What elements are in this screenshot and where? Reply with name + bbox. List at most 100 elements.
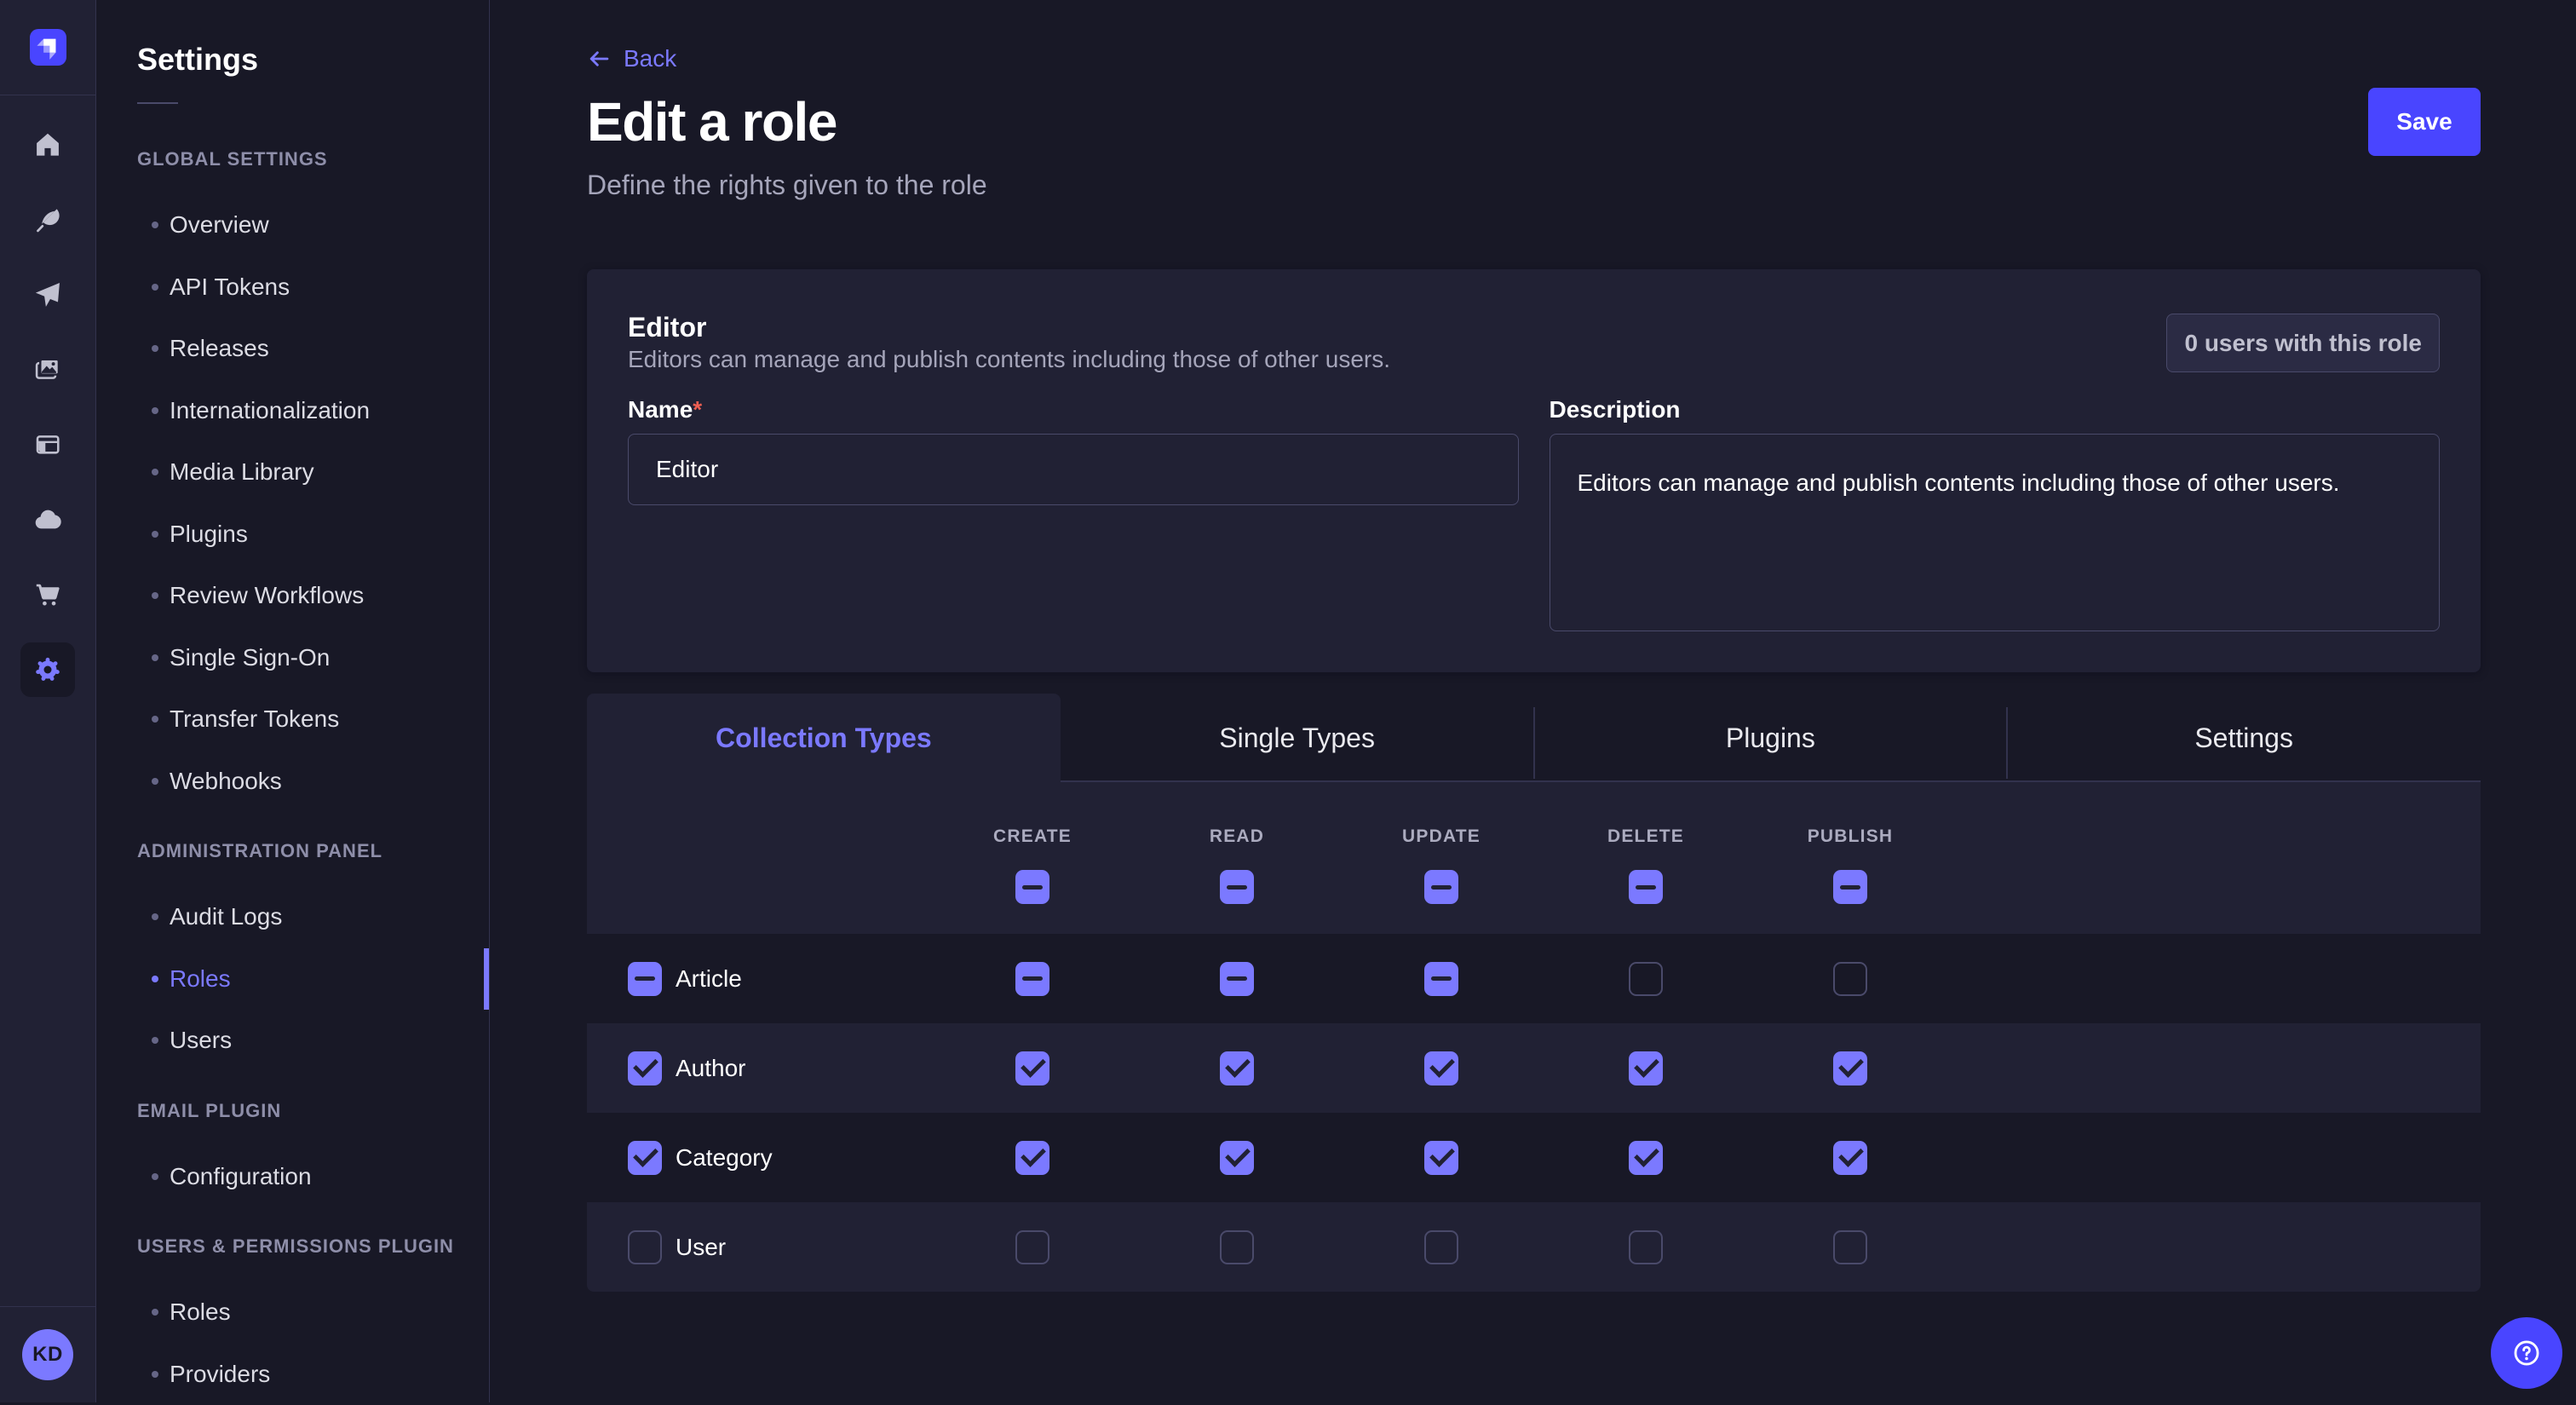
table-row-user: User bbox=[587, 1202, 2481, 1292]
subnav-item-label: Overview bbox=[170, 211, 269, 239]
subnav-item-roles[interactable]: Roles bbox=[96, 948, 489, 1011]
page-title: Edit a role bbox=[587, 88, 837, 156]
rail-settings-button[interactable] bbox=[20, 642, 75, 697]
description-field[interactable]: Editors can manage and publish contents … bbox=[1550, 434, 2441, 631]
checkbox-article-publish[interactable] bbox=[1833, 962, 1867, 996]
checkbox-article-read[interactable] bbox=[1220, 962, 1254, 996]
rail-feather-icon[interactable] bbox=[10, 182, 85, 257]
tab-collection-types[interactable]: Collection Types bbox=[587, 694, 1061, 782]
column-checkbox-publish[interactable] bbox=[1833, 870, 1867, 904]
gear-icon bbox=[32, 654, 63, 685]
column-checkbox-create[interactable] bbox=[1015, 870, 1049, 904]
name-field-group: Name* bbox=[628, 396, 1519, 631]
subnav-item-label: Roles bbox=[170, 1298, 231, 1326]
subnav-item-internationalization[interactable]: Internationalization bbox=[96, 380, 489, 442]
avatar[interactable]: KD bbox=[22, 1329, 73, 1380]
images-icon bbox=[32, 354, 63, 385]
cell-author-delete bbox=[1544, 1051, 1748, 1085]
name-field[interactable] bbox=[628, 434, 1519, 505]
checkbox-user-create[interactable] bbox=[1015, 1230, 1049, 1264]
subnav-item-label: Releases bbox=[170, 335, 269, 362]
main-nav-rail: KD bbox=[0, 0, 96, 1402]
table-row-author: Author bbox=[587, 1023, 2481, 1113]
permission-column-read: READ bbox=[1135, 782, 1339, 934]
subnav-item-review-workflows[interactable]: Review Workflows bbox=[96, 565, 489, 627]
subnav-item-roles[interactable]: Roles bbox=[96, 1281, 489, 1344]
cell-article-read bbox=[1135, 962, 1339, 996]
subnav-item-configuration[interactable]: Configuration bbox=[96, 1146, 489, 1208]
subnav-item-transfer-tokens[interactable]: Transfer Tokens bbox=[96, 688, 489, 751]
permissions-table: CREATEREADUPDATEDELETEPUBLISH ArticleAut… bbox=[587, 782, 2481, 1292]
subnav-item-label: Plugins bbox=[170, 521, 248, 548]
tab-single-types[interactable]: Single Types bbox=[1061, 694, 1534, 782]
header-name-spacer bbox=[628, 782, 930, 934]
subnav-group: Overview API Tokens Releases Internationali… bbox=[96, 194, 489, 812]
permissions-table-header: CREATEREADUPDATEDELETEPUBLISH bbox=[587, 782, 2481, 934]
column-header-label: PUBLISH bbox=[1808, 825, 1894, 849]
row-checkbox-article[interactable] bbox=[628, 962, 662, 996]
role-name-heading: Editor bbox=[628, 310, 1390, 344]
row-checkbox-category[interactable] bbox=[628, 1141, 662, 1175]
help-button[interactable] bbox=[2491, 1317, 2562, 1389]
checkbox-user-delete[interactable] bbox=[1629, 1230, 1663, 1264]
rail-cloud-icon[interactable] bbox=[10, 482, 85, 557]
strapi-logo[interactable] bbox=[30, 29, 66, 66]
row-checkbox-user[interactable] bbox=[628, 1230, 662, 1264]
bullet-icon bbox=[152, 345, 158, 352]
cell-user-update bbox=[1339, 1230, 1544, 1264]
bullet-icon bbox=[152, 913, 158, 920]
description-field-label: Description bbox=[1550, 396, 1681, 423]
subnav-item-webhooks[interactable]: Webhooks bbox=[96, 751, 489, 813]
checkbox-category-read[interactable] bbox=[1220, 1141, 1254, 1175]
subnav-item-providers[interactable]: Providers bbox=[96, 1344, 489, 1405]
permission-column-delete: DELETE bbox=[1544, 782, 1748, 934]
subnav-item-plugins[interactable]: Plugins bbox=[96, 504, 489, 566]
checkbox-author-delete[interactable] bbox=[1629, 1051, 1663, 1085]
tab-plugins[interactable]: Plugins bbox=[1534, 694, 2008, 782]
rail-layout-icon[interactable] bbox=[10, 407, 85, 482]
checkbox-user-update[interactable] bbox=[1424, 1230, 1458, 1264]
cell-article-publish bbox=[1748, 962, 1952, 996]
subnav-item-overview[interactable]: Overview bbox=[96, 194, 489, 256]
rail-home-icon[interactable] bbox=[10, 107, 85, 182]
checkbox-category-delete[interactable] bbox=[1629, 1141, 1663, 1175]
checkbox-category-publish[interactable] bbox=[1833, 1141, 1867, 1175]
subnav-item-label: Media Library bbox=[170, 458, 314, 486]
column-checkbox-delete[interactable] bbox=[1629, 870, 1663, 904]
checkbox-author-update[interactable] bbox=[1424, 1051, 1458, 1085]
bullet-icon bbox=[152, 1309, 158, 1316]
subnav-item-releases[interactable]: Releases bbox=[96, 318, 489, 380]
rail-images-icon[interactable] bbox=[10, 332, 85, 407]
tab-settings[interactable]: Settings bbox=[2007, 694, 2481, 782]
users-with-role-button[interactable]: 0 users with this role bbox=[2166, 314, 2440, 372]
save-button[interactable]: Save bbox=[2368, 88, 2481, 156]
checkbox-user-read[interactable] bbox=[1220, 1230, 1254, 1264]
rail-cart-icon[interactable] bbox=[10, 557, 85, 632]
checkbox-author-create[interactable] bbox=[1015, 1051, 1049, 1085]
checkbox-category-create[interactable] bbox=[1015, 1141, 1049, 1175]
bullet-icon bbox=[152, 531, 158, 538]
subnav-section-label: GLOBAL SETTINGS bbox=[137, 147, 489, 171]
checkbox-category-update[interactable] bbox=[1424, 1141, 1458, 1175]
rail-nav-icons bbox=[0, 95, 95, 697]
subnav-item-users[interactable]: Users bbox=[96, 1010, 489, 1072]
checkbox-article-delete[interactable] bbox=[1629, 962, 1663, 996]
bullet-icon bbox=[152, 1173, 158, 1180]
column-checkbox-read[interactable] bbox=[1220, 870, 1254, 904]
column-header-label: READ bbox=[1210, 825, 1264, 849]
subnav-item-single-sign-on[interactable]: Single Sign-On bbox=[96, 627, 489, 689]
subnav-item-label: Webhooks bbox=[170, 768, 282, 795]
back-link[interactable]: Back bbox=[587, 0, 676, 72]
rail-paper-plane-icon[interactable] bbox=[10, 257, 85, 332]
column-checkbox-update[interactable] bbox=[1424, 870, 1458, 904]
subnav-item-audit-logs[interactable]: Audit Logs bbox=[96, 886, 489, 948]
row-checkbox-author[interactable] bbox=[628, 1051, 662, 1085]
subnav-item-media-library[interactable]: Media Library bbox=[96, 441, 489, 504]
subnav-item-api-tokens[interactable]: API Tokens bbox=[96, 256, 489, 319]
checkbox-author-publish[interactable] bbox=[1833, 1051, 1867, 1085]
checkbox-author-read[interactable] bbox=[1220, 1051, 1254, 1085]
checkbox-user-publish[interactable] bbox=[1833, 1230, 1867, 1264]
checkbox-article-update[interactable] bbox=[1424, 962, 1458, 996]
checkbox-article-create[interactable] bbox=[1015, 962, 1049, 996]
subnav-item-label: Single Sign-On bbox=[170, 644, 330, 671]
